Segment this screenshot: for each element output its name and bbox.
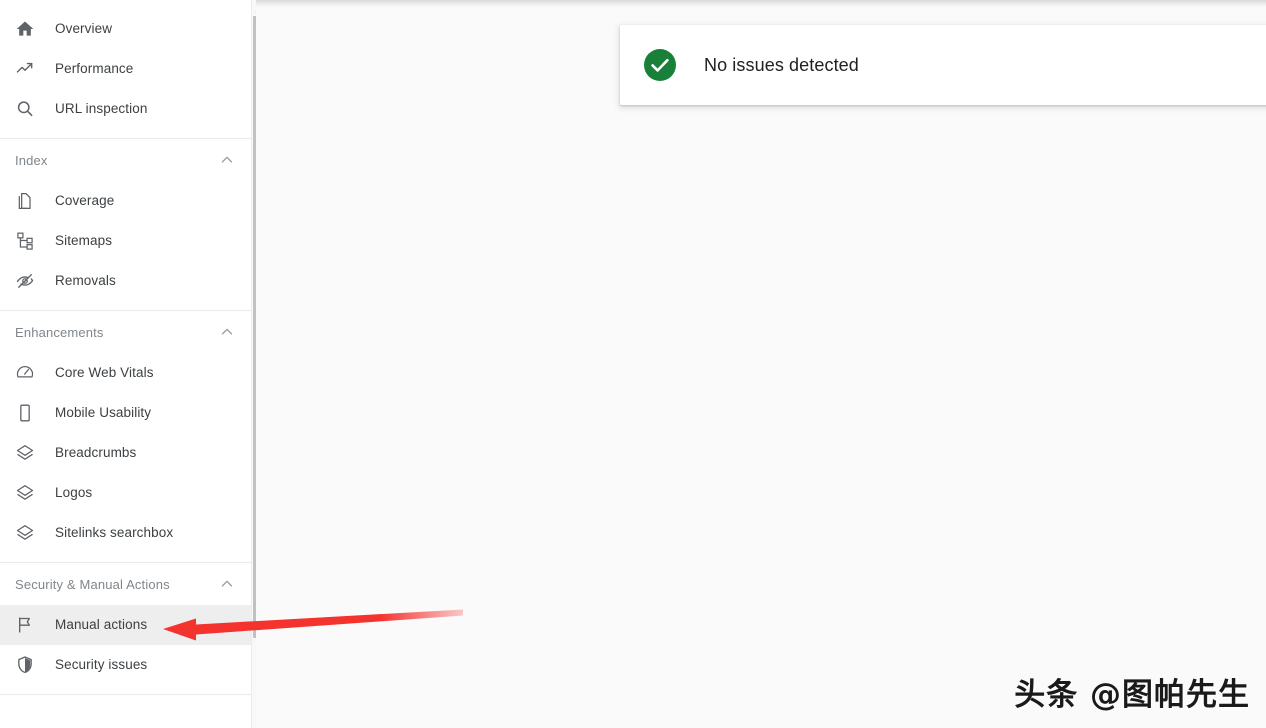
sidebar-item-label: URL inspection	[55, 101, 148, 117]
sidebar-item-sitemaps[interactable]: Sitemaps	[0, 221, 256, 261]
sidebar-item-manual-actions[interactable]: Manual actions	[0, 605, 256, 645]
sidebar-item-logos[interactable]: Logos	[0, 473, 256, 513]
sidebar-item-label: Mobile Usability	[55, 405, 152, 421]
layers-icon	[15, 523, 35, 543]
sidebar-group-index: Coverage Sitemaps Removals	[0, 181, 256, 301]
sidebar-item-overview[interactable]: Overview	[0, 9, 256, 49]
content-top-shadow	[256, 0, 1266, 7]
chevron-up-icon[interactable]	[218, 323, 236, 341]
status-message: No issues detected	[704, 54, 859, 75]
sidebar-item-label: Manual actions	[55, 617, 148, 633]
chevron-up-icon[interactable]	[218, 575, 236, 593]
sidebar-section-enhancements[interactable]: Enhancements	[0, 311, 256, 353]
pages-icon	[15, 191, 35, 211]
sidebar-item-label: Overview	[55, 21, 113, 37]
layers-icon	[15, 483, 35, 503]
speedometer-icon	[15, 363, 35, 383]
sidebar-item-label: Logos	[55, 485, 93, 501]
sidebar-item-label: Security issues	[55, 657, 148, 673]
account-tree-icon	[15, 231, 35, 251]
phone-icon	[15, 403, 35, 423]
sidebar-item-label: Sitelinks searchbox	[55, 525, 174, 541]
sidebar-group-security: Manual actions Security issues	[0, 605, 256, 685]
status-card: No issues detected	[620, 25, 1266, 105]
sidebar-section-title: Index	[15, 152, 48, 168]
trending-up-icon	[15, 59, 35, 79]
sidebar-item-label: Sitemaps	[55, 233, 113, 249]
sidebar-section-title: Security & Manual Actions	[15, 576, 170, 592]
sidebar-item-performance[interactable]: Performance	[0, 49, 256, 89]
sidebar-section-index[interactable]: Index	[0, 139, 256, 181]
sidebar-item-url-inspection[interactable]: URL inspection	[0, 89, 256, 129]
sidebar-top-group: Overview Performance URL inspection	[0, 9, 256, 129]
shield-icon	[15, 655, 35, 675]
sidebar-item-label: Removals	[55, 273, 116, 289]
check-circle-icon	[644, 49, 676, 81]
home-icon	[15, 19, 35, 39]
sidebar-item-label: Breadcrumbs	[55, 445, 137, 461]
app-root: Overview Performance URL inspection Inde…	[0, 0, 1266, 728]
chevron-up-icon[interactable]	[218, 151, 236, 169]
flag-icon	[15, 615, 35, 635]
sidebar-item-label: Coverage	[55, 193, 115, 209]
sidebar-item-breadcrumbs[interactable]: Breadcrumbs	[0, 433, 256, 473]
layers-icon	[15, 443, 35, 463]
sidebar-section-title: Enhancements	[15, 324, 104, 340]
sidebar-item-removals[interactable]: Removals	[0, 261, 256, 301]
sidebar-group-enhancements: Core Web Vitals Mobile Usability Breadcr…	[0, 353, 256, 553]
sidebar-item-coverage[interactable]: Coverage	[0, 181, 256, 221]
sidebar-section-security-manual-actions[interactable]: Security & Manual Actions	[0, 563, 256, 605]
watermark-text: 头条 @图帕先生	[1014, 677, 1250, 713]
sidebar-item-mobile-usability[interactable]: Mobile Usability	[0, 393, 256, 433]
sidebar-item-sitelinks-searchbox[interactable]: Sitelinks searchbox	[0, 513, 256, 553]
sidebar-navigation: Overview Performance URL inspection Inde…	[0, 0, 256, 728]
sidebar-item-label: Core Web Vitals	[55, 365, 154, 381]
eye-off-icon	[15, 271, 35, 291]
main-content: No issues detected 头条 @图帕先生	[256, 0, 1266, 728]
sidebar-item-core-web-vitals[interactable]: Core Web Vitals	[0, 353, 256, 393]
sidebar-divider	[0, 694, 256, 695]
search-icon	[15, 99, 35, 119]
sidebar-item-security-issues[interactable]: Security issues	[0, 645, 256, 685]
sidebar-item-label: Performance	[55, 61, 134, 77]
